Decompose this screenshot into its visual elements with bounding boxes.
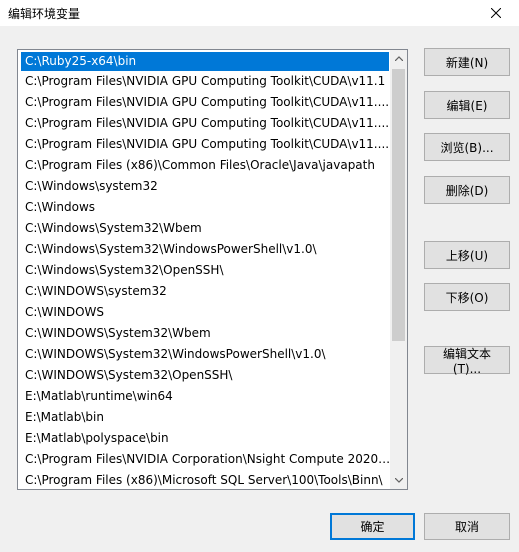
path-list-item[interactable]: C:\Program Files (x86)\Common Files\Orac… [19,155,391,176]
path-list-item[interactable]: C:\WINDOWS [19,302,391,323]
path-list-item[interactable]: C:\Windows\system32 [19,176,391,197]
path-list-item[interactable]: C:\Program Files\NVIDIA GPU Computing To… [19,92,391,113]
path-list-item[interactable]: C:\Program Files\NVIDIA GPU Computing To… [19,113,391,134]
path-list-rows: C:\Ruby25-x64\bin C:\Program Files\NVIDIA… [19,51,391,489]
path-list-item[interactable]: E:\Matlab\bin [19,407,391,428]
path-list-item[interactable]: C:\Ruby25-x64\bin [21,52,389,71]
vertical-scrollbar[interactable] [390,50,407,489]
scroll-up-button[interactable] [390,50,407,67]
path-list-item[interactable]: C:\Windows\System32\OpenSSH\ [19,260,391,281]
path-list-item[interactable]: C:\WINDOWS\System32\OpenSSH\ [19,365,391,386]
scrollbar-thumb[interactable] [392,69,405,341]
path-list-item[interactable]: E:\Matlab\polyspace\bin [19,428,391,449]
path-list-item[interactable]: E:\Matlab\runtime\win64 [19,386,391,407]
close-button[interactable] [473,0,519,26]
path-list-item[interactable]: C:\Program Files\NVIDIA Corporation\Nsig… [19,449,391,470]
path-list-item[interactable]: C:\Windows [19,197,391,218]
ok-button[interactable]: 确定 [330,513,415,540]
delete-button[interactable]: 删除(D) [424,176,510,204]
move-up-button[interactable]: 上移(U) [424,241,510,269]
edit-text-button[interactable]: 编辑文本(T)... [424,346,510,376]
browse-button[interactable]: 浏览(B)... [424,133,510,161]
edit-button[interactable]: 编辑(E) [424,91,510,119]
path-list-item[interactable]: C:\WINDOWS\System32\Wbem [19,323,391,344]
chevron-down-icon [394,478,403,483]
scroll-down-button[interactable] [390,472,407,489]
path-list-item[interactable]: C:\Windows\System32\WindowsPowerShell\v1… [19,239,391,260]
path-list-item[interactable]: C:\Program Files (x86)\Microsoft SQL Ser… [19,470,391,489]
path-list[interactable]: C:\Ruby25-x64\bin C:\Program Files\NVIDIA… [17,49,408,490]
close-icon [491,8,501,18]
path-list-item[interactable]: C:\WINDOWS\System32\WindowsPowerShell\v1… [19,344,391,365]
window-title: 编辑环境变量 [8,7,81,21]
move-down-button[interactable]: 下移(O) [424,283,510,311]
path-list-item[interactable]: C:\Windows\System32\Wbem [19,218,391,239]
new-button[interactable]: 新建(N) [424,48,510,76]
path-list-item[interactable]: C:\WINDOWS\system32 [19,281,391,302]
chevron-up-icon [394,56,403,61]
cancel-button[interactable]: 取消 [424,513,510,540]
path-list-item[interactable]: C:\Program Files\NVIDIA GPU Computing To… [19,134,391,155]
title-bar: 编辑环境变量 [0,0,519,26]
path-list-item[interactable]: C:\Program Files\NVIDIA GPU Computing To… [19,71,391,92]
